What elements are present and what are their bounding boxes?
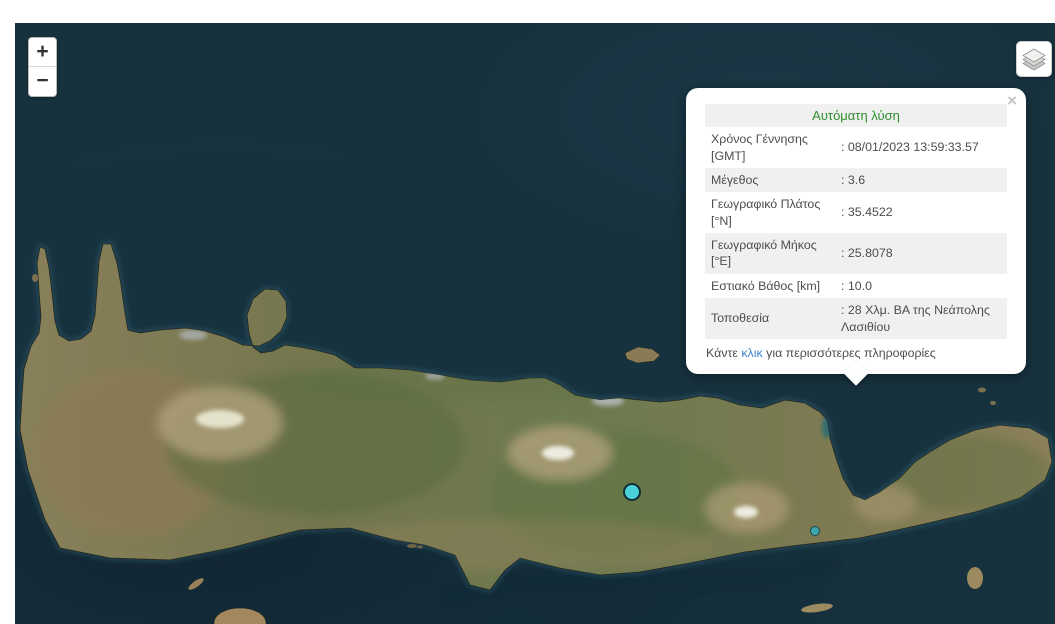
table-row: Γεωγραφικό Πλάτος [°N] : 35.4522 (705, 192, 1007, 233)
zoom-control: + − (28, 37, 57, 97)
earthquake-details-table: Αυτόματη λύση Χρόνος Γέννησης [GMT] : 08… (705, 104, 1007, 339)
map-canvas[interactable]: + − × Αυτόματη λύση Χρόνος Γέννησης [GMT (15, 23, 1055, 624)
earthquake-popup: × Αυτόματη λύση Χρόνος Γέννησης [GMT] : … (686, 88, 1026, 374)
popup-close-button[interactable]: × (1007, 94, 1017, 108)
footer-text-suffix: για περισσότερες πληροφορίες (763, 346, 936, 360)
zoom-in-button[interactable]: + (29, 38, 56, 67)
row-label: Γεωγραφικό Μήκος [°E] (705, 233, 835, 274)
row-label: Χρόνος Γέννησης [GMT] (705, 127, 835, 168)
row-value: : 25.8078 (835, 233, 1007, 274)
row-label: Μέγεθος (705, 168, 835, 192)
popup-title-row: Αυτόματη λύση (705, 104, 1007, 127)
row-label: Γεωγραφικό Πλάτος [°N] (705, 192, 835, 233)
table-row: Γεωγραφικό Μήκος [°E] : 25.8078 (705, 233, 1007, 274)
page: + − × Αυτόματη λύση Χρόνος Γέννησης [GMT (0, 0, 1055, 624)
row-value: : 35.4522 (835, 192, 1007, 233)
row-value: : 08/01/2023 13:59:33.57 (835, 127, 1007, 168)
zoom-out-button[interactable]: − (29, 67, 56, 96)
popup-content: × Αυτόματη λύση Χρόνος Γέννησης [GMT] : … (686, 88, 1026, 374)
row-value: : 3.6 (835, 168, 1007, 192)
row-label: Τοποθεσία (705, 298, 835, 339)
layers-control-button[interactable] (1016, 41, 1052, 77)
row-label: Εστιακό Βάθος [km] (705, 274, 835, 298)
table-row: Μέγεθος : 3.6 (705, 168, 1007, 192)
row-value: : 28 Χλμ. ΒΑ της Νεάπολης Λασιθίου (835, 298, 1007, 339)
popup-title: Αυτόματη λύση (705, 104, 1007, 127)
table-row: Χρόνος Γέννησης [GMT] : 08/01/2023 13:59… (705, 127, 1007, 168)
more-info-link[interactable]: κλικ (741, 346, 762, 360)
footer-text-prefix: Κάντε (706, 346, 741, 360)
popup-footer: Κάντε κλικ για περισσότερες πληροφορίες (705, 345, 1007, 361)
table-row: Εστιακό Βάθος [km] : 10.0 (705, 274, 1007, 298)
row-value: : 10.0 (835, 274, 1007, 298)
layers-icon (1021, 46, 1047, 72)
table-row: Τοποθεσία : 28 Χλμ. ΒΑ της Νεάπολης Λασι… (705, 298, 1007, 339)
earthquake-marker[interactable] (623, 483, 641, 501)
earthquake-marker-small[interactable] (810, 526, 820, 536)
